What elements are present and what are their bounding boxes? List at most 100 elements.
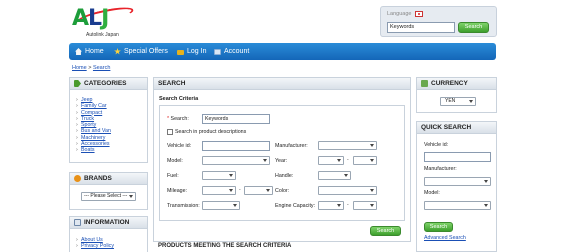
logo-subtitle: Autolink Japan bbox=[86, 32, 119, 38]
search-criteria-title: Search Criteria bbox=[159, 96, 199, 102]
brands-header: BRANDS bbox=[70, 173, 147, 185]
brand-select[interactable]: --- Please Select --- bbox=[81, 192, 136, 201]
quick-vehicle-id-input[interactable] bbox=[424, 152, 491, 162]
breadcrumb: Home > Search bbox=[72, 65, 110, 71]
year-label: Year: bbox=[275, 158, 288, 164]
search-criteria-box: * Search: Keywords Search in product des… bbox=[159, 105, 405, 221]
info-link-privacy-policy[interactable]: Privacy Policy bbox=[76, 243, 114, 249]
nav-special-offers-label: Special Offers bbox=[124, 48, 168, 55]
breadcrumb-home-link[interactable]: Home bbox=[72, 65, 87, 71]
currency-panel: CURRENCY YEN bbox=[416, 77, 497, 113]
category-list: Jeep Family Car Compact Truck Sporty Bus… bbox=[76, 97, 111, 154]
fuel-label: Fuel: bbox=[167, 173, 179, 179]
currency-select-value: YEN bbox=[445, 98, 456, 104]
quick-search-panel: QUICK SEARCH Vehicle id: Manufacturer: M… bbox=[416, 121, 497, 252]
search-keywords-input[interactable]: Keywords bbox=[202, 114, 270, 124]
search-panel: SEARCH Search Criteria * Search: Keyword… bbox=[153, 77, 411, 242]
category-link-boats[interactable]: Boats bbox=[76, 147, 111, 153]
engine-capacity-label: Engine Capacity: bbox=[275, 203, 316, 209]
year-from-select[interactable] bbox=[318, 156, 344, 165]
header-search-button[interactable]: Search bbox=[458, 22, 489, 33]
main-nav: Home Special Offers Log In Account bbox=[69, 43, 496, 60]
currency-header: CURRENCY bbox=[417, 78, 496, 90]
category-link-bus-and-van[interactable]: Bus and Van bbox=[76, 128, 111, 134]
information-list: About Us Privacy Policy bbox=[76, 237, 114, 250]
nav-account-label: Account bbox=[224, 48, 250, 55]
brands-panel: BRANDS --- Please Select --- bbox=[69, 172, 148, 210]
quick-search-button[interactable]: Search bbox=[424, 222, 453, 232]
fuel-select[interactable] bbox=[202, 171, 236, 180]
quick-search-title: QUICK SEARCH bbox=[421, 123, 472, 131]
mileage-label: Mileage: bbox=[167, 188, 188, 194]
account-icon bbox=[214, 48, 221, 55]
quick-vehicle-id-label: Vehicle id: bbox=[424, 142, 449, 148]
mileage-from-select[interactable] bbox=[202, 186, 236, 195]
brand-select-value: --- Please Select --- bbox=[84, 193, 128, 199]
lock-icon bbox=[177, 50, 184, 55]
color-select[interactable] bbox=[318, 186, 377, 195]
model-label: Model: bbox=[167, 158, 183, 164]
currency-title: CURRENCY bbox=[431, 79, 468, 87]
quick-manufacturer-label: Manufacturer: bbox=[424, 166, 457, 172]
nav-home-label: Home bbox=[85, 48, 104, 55]
vehicle-id-label: Vehicle id: bbox=[167, 143, 192, 149]
advanced-search-submit-button[interactable]: Search bbox=[370, 226, 401, 236]
breadcrumb-current-link[interactable]: Search bbox=[93, 65, 110, 71]
site-logo[interactable]: ALJ Autolink Japan bbox=[72, 4, 142, 39]
search-keywords-label: * Search: bbox=[167, 116, 189, 122]
manufacturer-label: Manufacturer: bbox=[275, 143, 308, 149]
home-icon bbox=[75, 48, 82, 55]
language-label: Language bbox=[387, 11, 412, 17]
quick-model-select[interactable] bbox=[424, 201, 491, 210]
nav-login[interactable]: Log In bbox=[177, 43, 206, 60]
currency-money-icon bbox=[421, 80, 428, 87]
handle-select[interactable] bbox=[318, 171, 351, 180]
information-title: INFORMATION bbox=[84, 218, 130, 226]
nav-special-offers[interactable]: Special Offers bbox=[114, 43, 168, 60]
currency-select[interactable]: YEN bbox=[440, 97, 476, 106]
brands-title: BRANDS bbox=[84, 174, 112, 182]
advanced-search-link[interactable]: Advanced Search bbox=[424, 235, 466, 241]
transmission-label: Transmission: bbox=[167, 203, 200, 209]
categories-title: CATEGORIES bbox=[84, 79, 127, 87]
star-icon bbox=[114, 48, 121, 55]
mileage-to-select[interactable] bbox=[244, 186, 273, 195]
mileage-range-dash: - bbox=[239, 187, 241, 193]
search-header: SEARCH bbox=[154, 78, 410, 90]
required-marker: * bbox=[167, 116, 170, 122]
nav-login-label: Log In bbox=[187, 48, 207, 55]
results-title: PRODUCTS MEETING THE SEARCH CRITERIA bbox=[158, 243, 292, 249]
search-descriptions-label: Search in product descriptions bbox=[175, 129, 247, 135]
quick-search-header: QUICK SEARCH bbox=[417, 122, 496, 134]
header-search-input[interactable]: Keywords bbox=[387, 22, 455, 33]
category-link-family-car[interactable]: Family Car bbox=[76, 103, 111, 109]
nav-home[interactable]: Home bbox=[75, 43, 104, 60]
brands-fire-icon bbox=[74, 175, 81, 182]
categories-panel: CATEGORIES Jeep Family Car Compact Truck… bbox=[69, 77, 148, 163]
engine-from-select[interactable] bbox=[318, 201, 344, 210]
quick-model-label: Model: bbox=[424, 190, 440, 196]
engine-to-select[interactable] bbox=[353, 201, 377, 210]
color-label: Color: bbox=[275, 188, 290, 194]
manufacturer-select[interactable] bbox=[318, 141, 377, 150]
information-book-icon bbox=[74, 219, 81, 226]
nav-account[interactable]: Account bbox=[214, 43, 249, 60]
handle-label: Handle: bbox=[275, 173, 294, 179]
information-header: INFORMATION bbox=[70, 217, 147, 229]
quick-manufacturer-select[interactable] bbox=[424, 177, 491, 186]
engine-range-dash: - bbox=[347, 202, 349, 208]
transmission-select[interactable] bbox=[202, 201, 240, 210]
search-title: SEARCH bbox=[158, 79, 186, 87]
categories-tag-icon bbox=[74, 80, 81, 87]
information-panel: INFORMATION About Us Privacy Policy bbox=[69, 216, 148, 252]
language-search-box: Language Keywords Search bbox=[380, 6, 497, 37]
japan-flag-icon[interactable] bbox=[415, 11, 423, 17]
categories-header: CATEGORIES bbox=[70, 78, 147, 90]
vehicle-id-input[interactable] bbox=[202, 141, 270, 151]
year-to-select[interactable] bbox=[353, 156, 377, 165]
year-range-dash: - bbox=[347, 157, 349, 163]
search-descriptions-checkbox[interactable] bbox=[167, 129, 173, 135]
search-keywords-label-text: Search: bbox=[170, 116, 189, 122]
logo-text: ALJ bbox=[72, 6, 109, 31]
model-select[interactable] bbox=[202, 156, 270, 165]
